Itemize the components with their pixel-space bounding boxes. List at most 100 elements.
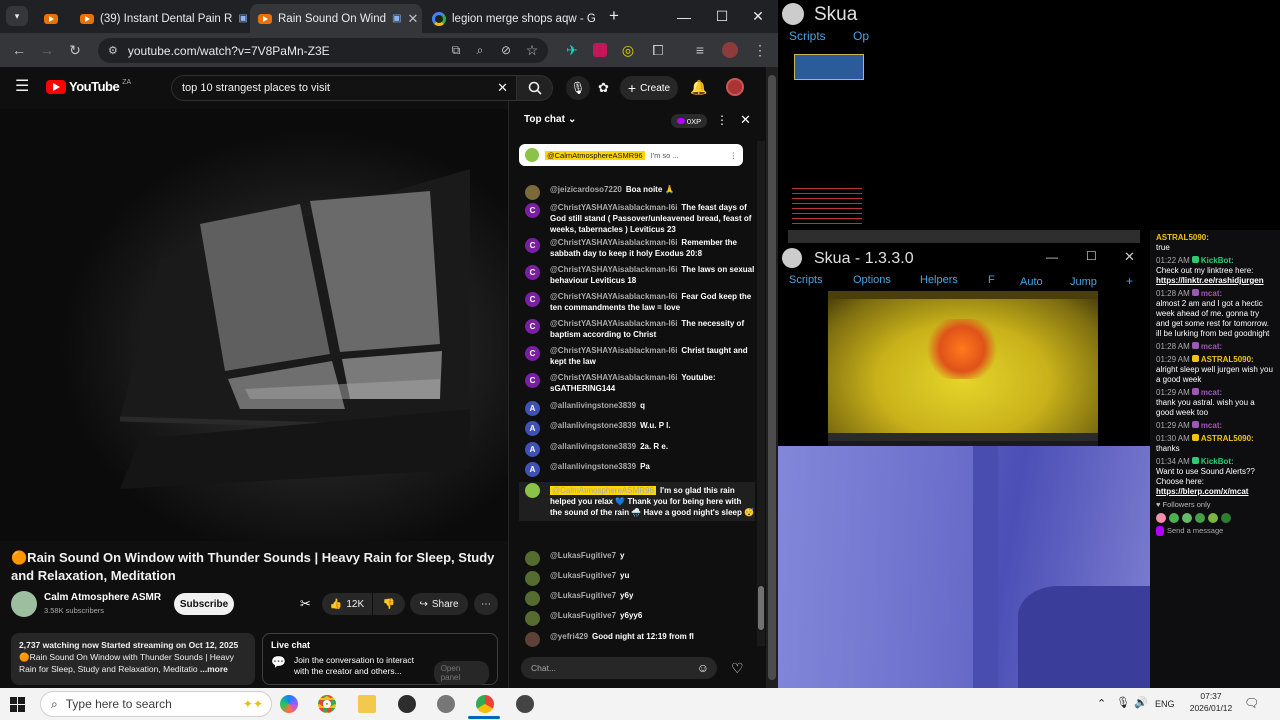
chrome-active-icon[interactable] xyxy=(476,695,494,713)
like-button[interactable]: 👍 12K xyxy=(322,593,372,615)
chat-author-name[interactable]: @allanlivingstone3839 xyxy=(550,462,636,471)
more-link[interactable]: ...more xyxy=(200,664,228,674)
pinned-message[interactable]: @CalmAtmosphereASMR96 I'm so ... ⋮ xyxy=(519,144,743,166)
search-button[interactable] xyxy=(517,75,553,101)
chat-author-avatar[interactable]: A xyxy=(525,401,540,416)
reload-icon[interactable]: ↻ xyxy=(65,40,85,60)
chat-author-name[interactable]: @ChristYASHAYAisablackman-l6i xyxy=(550,346,677,355)
tray-chevron-icon[interactable]: ⌃ xyxy=(1097,697,1106,710)
subscribe-button[interactable]: Subscribe xyxy=(174,593,234,615)
chat-author-name[interactable]: @ChristYASHAYAisablackman-l6i xyxy=(550,238,677,247)
chat-message[interactable]: C @ChristYASHAYAisablackman-l6i The laws o… xyxy=(519,264,755,286)
chat-author-name[interactable]: @ChristYASHAYAisablackman-l6i xyxy=(550,265,677,274)
clip-icon[interactable]: ✂ xyxy=(300,596,311,612)
chat-message[interactable]: C @ChristYASHAYAisablackman-l6i Fear God k… xyxy=(519,291,755,313)
volume-tray-icon[interactable]: 🔊 xyxy=(1134,696,1148,709)
channel-name[interactable]: Calm Atmosphere ASMR xyxy=(44,592,161,603)
extension-yellow-icon[interactable]: ◎ xyxy=(618,40,638,60)
app-dark-icon[interactable] xyxy=(398,695,416,713)
voice-search-button[interactable]: 🎙 xyxy=(566,76,590,100)
extensions-puzzle-icon[interactable]: ⧠ xyxy=(648,40,668,60)
stream-chat-link[interactable]: https://blerp.com/x/mcat xyxy=(1156,487,1274,497)
chat-author-name[interactable]: @jeizicardoso7220 xyxy=(550,185,622,194)
chat-message[interactable]: C @ChristYASHAYAisablackman-l6i Christ tau… xyxy=(519,345,755,367)
owner-chat-message[interactable]: @CalmAtmosphereASMR96 I'm so glad this ra… xyxy=(519,482,755,521)
stream-chat-user[interactable]: mcat: xyxy=(1201,289,1222,298)
chat-message[interactable]: @LukasFugitive7 yu xyxy=(519,570,755,586)
chat-author-name[interactable]: @ChristYASHAYAisablackman-l6i xyxy=(550,373,677,382)
chat-author-avatar[interactable]: C xyxy=(525,292,540,307)
stream-chat-user[interactable]: KickBot: xyxy=(1201,256,1234,265)
extension-pink-icon[interactable] xyxy=(590,40,610,60)
site-info-icon[interactable]: ⚙ xyxy=(108,44,118,57)
chat-author-name[interactable]: @allanlivingstone3839 xyxy=(550,442,636,451)
chat-message[interactable]: @jeizicardoso7220 Boa noite 🙏 xyxy=(519,184,755,200)
chat-author-avatar[interactable]: C xyxy=(525,346,540,361)
eye-off-icon[interactable]: ⊘ xyxy=(496,40,516,60)
clock[interactable]: 07:37 2026/01/12 xyxy=(1186,690,1236,714)
close-tab-icon[interactable]: ✕ xyxy=(408,11,419,27)
chat-author-avatar[interactable] xyxy=(525,185,540,200)
stream-chat-user[interactable]: ASTRAL5090: xyxy=(1201,434,1254,443)
chat-message[interactable]: @LukasFugitive7 y6yy6 xyxy=(519,610,755,626)
chat-author-name[interactable]: @allanlivingstone3839 xyxy=(550,421,636,430)
skua2-menu-f[interactable]: F xyxy=(988,274,995,286)
skua2-menu-jump[interactable]: Jump xyxy=(1070,276,1097,288)
maximize-button[interactable]: ☐ xyxy=(704,0,740,33)
chat-author-avatar[interactable] xyxy=(525,483,540,498)
chat-author-name[interactable]: @ChristYASHAYAisablackman-l6i xyxy=(550,203,677,212)
chat-message[interactable]: A @allanlivingstone3839 q xyxy=(519,400,755,416)
chat-author-avatar[interactable]: A xyxy=(525,442,540,457)
new-tab-button[interactable]: + xyxy=(604,6,624,26)
description-box[interactable]: 2,737 watching now Started streaming on … xyxy=(11,633,255,685)
chat-message[interactable]: A @allanlivingstone3839 Pa xyxy=(519,461,755,477)
skua2-menu-scripts[interactable]: Scripts xyxy=(789,274,823,286)
chat-author-name[interactable]: @LukasFugitive7 xyxy=(550,571,616,580)
chat-author-name[interactable]: @CalmAtmosphereASMR96 xyxy=(550,486,656,495)
pinned-more-icon[interactable]: ⋮ xyxy=(730,151,738,160)
tab-legion-merge[interactable]: legion merge shops aqw - G ✕ xyxy=(424,4,600,33)
chat-message[interactable]: A @allanlivingstone3839 W.u. P l. xyxy=(519,420,755,436)
chat-author-avatar[interactable]: C xyxy=(525,319,540,334)
install-app-icon[interactable]: ⧉ xyxy=(446,40,466,60)
chat-author-name[interactable]: @allanlivingstone3839 xyxy=(550,401,636,410)
bookmark-star-icon[interactable]: ☆ xyxy=(522,40,542,60)
minimize-button[interactable]: — xyxy=(666,0,702,33)
file-explorer-icon[interactable] xyxy=(358,695,376,713)
chat-author-avatar[interactable]: C xyxy=(525,373,540,388)
game-viewport[interactable] xyxy=(828,291,1098,441)
chat-scrollbar[interactable] xyxy=(757,141,765,646)
points-badge[interactable]: 0XP xyxy=(671,114,707,128)
chat-message[interactable]: @LukasFugitive7 y xyxy=(519,550,755,566)
chat-message[interactable]: C @ChristYASHAYAisablackman-l6i Remember t… xyxy=(519,237,755,259)
close-window-button[interactable]: ✕ xyxy=(740,0,776,33)
skua2-menu-options[interactable]: Options xyxy=(853,274,891,286)
send-message-input[interactable]: Send a message xyxy=(1156,526,1274,536)
app-gray-icon[interactable] xyxy=(437,695,455,713)
chat-author-name[interactable]: @ChristYASHAYAisablackman-l6i xyxy=(550,319,677,328)
chat-author-name[interactable]: @LukasFugitive7 xyxy=(550,611,616,620)
account-avatar[interactable] xyxy=(726,78,744,96)
windows-start-icon[interactable] xyxy=(10,697,25,712)
skua-menu-scripts[interactable]: Scripts xyxy=(789,29,826,43)
notification-center-icon[interactable]: 🗨 xyxy=(1244,696,1259,710)
skua-minimize-button[interactable]: — xyxy=(1046,250,1058,264)
page-scrollbar[interactable] xyxy=(766,67,778,688)
youtube-logo[interactable]: YouTube ZA xyxy=(46,79,131,94)
skua2-menu-plus[interactable]: + xyxy=(1126,274,1133,288)
chat-message[interactable]: C @ChristYASHAYAisablackman-l6i The feast … xyxy=(519,202,755,235)
extension-paw-icon[interactable]: ✿ xyxy=(598,80,609,96)
channel-avatar[interactable] xyxy=(11,591,37,617)
stream-chat-user[interactable]: mcat: xyxy=(1201,342,1222,351)
chat-author-avatar[interactable]: C xyxy=(525,265,540,280)
dislike-button[interactable]: 👎 xyxy=(373,593,405,615)
stream-chat-user[interactable]: KickBot: xyxy=(1201,457,1234,466)
skua-close-button[interactable]: ✕ xyxy=(1124,249,1135,265)
chrome-taskbar-icon[interactable] xyxy=(318,695,336,713)
video-player[interactable] xyxy=(0,109,508,541)
skua2-menu-auto[interactable]: Auto xyxy=(1020,276,1043,288)
youtube-search-input[interactable]: top 10 strangest places to visit ✕ xyxy=(171,75,517,101)
taskbar-search[interactable]: ⌕ Type here to search ✦✦ xyxy=(40,691,272,717)
extension-vpn-icon[interactable]: ✈ xyxy=(562,40,582,60)
close-chat-icon[interactable]: ✕ xyxy=(740,112,751,128)
